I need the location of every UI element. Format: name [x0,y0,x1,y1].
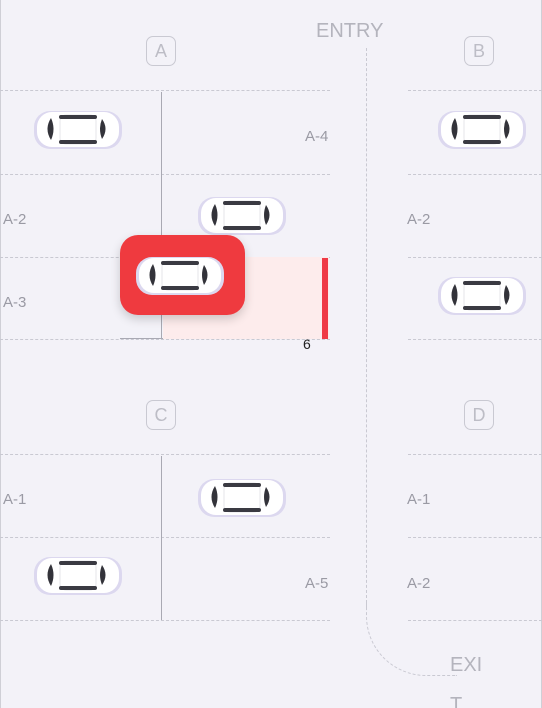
spot-label-a1-left: A-1 [3,491,27,508]
row-line [408,339,542,340]
row-line [408,454,542,455]
parked-car[interactable] [196,194,288,238]
zone-c-marker: C [146,400,176,430]
car-top-view-icon [198,479,286,517]
row-line [0,339,330,340]
parked-car[interactable] [436,274,528,318]
row-line [408,257,542,258]
spot-label-a3: A-3 [3,294,27,311]
divider-line [120,338,165,339]
selected-spot-number: 6 [303,336,311,352]
row-line [0,90,330,91]
parked-car[interactable] [436,108,528,152]
parking-lot-map: ENTRY EXIT A B C D 6 A-4 A-2 A-3 A-2 A-1… [0,0,542,708]
car-top-view-icon [136,257,224,295]
row-line [0,174,330,175]
car-top-view-icon [34,111,122,149]
left-edge-line [0,0,1,708]
car-top-view-icon [34,557,122,595]
divider-line [161,456,162,620]
row-line [0,537,330,538]
entry-label: ENTRY [316,20,384,42]
spot-label-a1-right: A-1 [407,491,431,508]
zone-d-marker: D [464,400,494,430]
driving-lane-line [366,48,367,608]
spot-label-a2-bottom: A-2 [407,575,431,592]
parked-car[interactable] [32,554,124,598]
exit-lane-curve [366,600,457,676]
car-top-view-icon [198,197,286,235]
parked-car[interactable] [32,108,124,152]
spot-label-a2-left: A-2 [3,211,27,228]
car-top-view-icon [438,111,526,149]
parked-car[interactable] [196,476,288,520]
car-top-view-icon [438,277,526,315]
row-line [0,620,330,621]
row-line [408,174,542,175]
spot-label-a2-right: A-2 [407,211,431,228]
spot-label-a5: A-5 [305,575,329,592]
zone-b-marker: B [464,36,494,66]
selected-car[interactable] [134,254,226,298]
row-line [408,620,542,621]
zone-a-marker: A [146,36,176,66]
spot-label-a4: A-4 [305,128,329,145]
selected-spot-marker [322,258,328,339]
row-line [408,537,542,538]
row-line [0,454,330,455]
row-line [408,90,542,91]
